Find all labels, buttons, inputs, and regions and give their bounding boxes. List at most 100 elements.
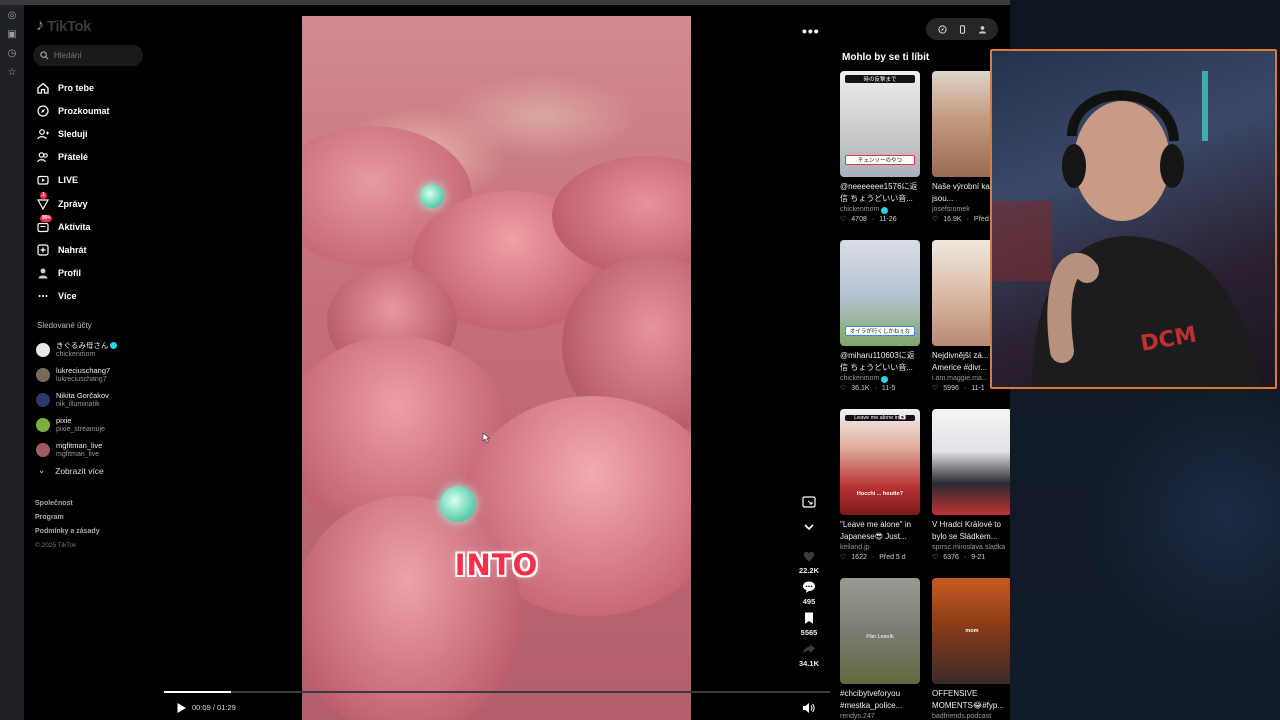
card-author: rendys.247 — [840, 713, 875, 720]
tiktok-logo[interactable]: ♪ TikTok — [36, 17, 91, 35]
nav-label: Profil — [58, 268, 82, 279]
browser-side-rail: ◎ ▣ ◷ ☆ — [0, 5, 24, 720]
bookmark-icon — [805, 612, 813, 624]
search-input[interactable] — [54, 51, 134, 60]
user-follow-icon — [36, 127, 49, 140]
nav-label: Prozkoumat — [58, 105, 110, 116]
card-likes: 1622 — [851, 554, 867, 561]
thumbnail-overlay: mom — [965, 628, 979, 634]
top-right-controls — [926, 18, 998, 40]
verified-icon — [110, 341, 118, 349]
volume-icon[interactable] — [802, 702, 815, 714]
mouse-cursor-icon — [482, 432, 490, 443]
verified-icon — [881, 206, 889, 214]
heart-icon: ♡ — [932, 385, 939, 392]
account-handle: chickenmom — [56, 350, 96, 358]
browser-history-icon[interactable]: ◷ — [7, 49, 17, 59]
thumbnail-overlay: Pán Lesník — [866, 634, 894, 640]
following-account[interactable]: Nikita Gorčakov nik_illuminatik — [36, 387, 117, 412]
nav-label: Přátelé — [58, 152, 89, 163]
play-icon[interactable] — [176, 702, 187, 714]
account-handle: nik_illuminatik — [56, 400, 100, 408]
verified-icon — [881, 375, 889, 383]
save-button[interactable]: 5565 — [801, 611, 817, 637]
show-more-button[interactable]: ⌄ Zobrazit více — [38, 465, 104, 476]
video-player[interactable]: INTO — [302, 16, 691, 720]
thumbnail-overlay: Hocchi ... houtte? — [856, 491, 904, 497]
footer-link-company[interactable]: Společnost — [35, 499, 100, 508]
picture-in-picture-button[interactable] — [802, 495, 816, 509]
following-account[interactable]: pixie pixie_streamuje — [36, 413, 117, 438]
nav-item-following[interactable]: Sleduji — [36, 122, 110, 145]
nav-item-more[interactable]: Více — [36, 285, 110, 308]
messages-badge: 1 — [40, 192, 47, 200]
recommended-video-card[interactable]: Leave me alone in🇯🇵 Hocchi ... houtte? "… — [840, 409, 920, 572]
following-account[interactable]: きぐるみ母さん chickenmom — [36, 337, 118, 362]
card-title: "Leave me alone" in Japanese😎 Just... — [840, 520, 912, 541]
like-button[interactable]: 22.2K — [799, 549, 819, 575]
account-name: pixie — [56, 416, 72, 426]
heart-icon: ♡ — [932, 216, 939, 223]
recommended-video-card[interactable]: オイラが行くしかねぇな @miharu110603に返信 ちょうどいい音... … — [840, 240, 920, 403]
next-video-button[interactable] — [802, 520, 816, 534]
comment-count: 495 — [802, 597, 816, 606]
following-account[interactable]: mgfitman_live mgfitman_live — [36, 438, 117, 463]
recommended-video-card[interactable]: V Hradci Králové to bylo se Sládkem... s… — [932, 409, 1010, 572]
thumbnail-text: チェンソーのやつ — [845, 155, 915, 165]
card-dot: · — [871, 554, 875, 561]
video-progress-bar[interactable] — [164, 691, 830, 693]
card-author: sprrsc.miroslava.sladka — [932, 544, 1006, 551]
search-box[interactable] — [33, 45, 143, 66]
account-name: きぐるみ母さん — [56, 340, 109, 350]
compass-icon[interactable] — [937, 24, 947, 34]
card-title: @miharu110603に返信 ちょうどいい音... — [840, 351, 915, 372]
account-avatar-icon[interactable] — [978, 25, 987, 34]
nav-item-messages[interactable]: 1 Zprávy — [36, 192, 110, 215]
recommended-title: Mohlo by se ti líbit — [842, 52, 930, 63]
nav-item-explore[interactable]: Prozkoumat — [36, 99, 110, 122]
video-particle — [420, 184, 444, 208]
recommended-video-card[interactable]: mom OFFENSIVE MOMENTS😂#fyp... badfriends… — [932, 578, 1010, 720]
share-count: 34.1K — [798, 659, 819, 668]
nav-label: Nahrát — [58, 244, 87, 255]
streamer-figure: DCM — [992, 71, 1262, 387]
tiktok-app: ♪ TikTok Pro tebe Prozkoumat Sleduji — [24, 5, 1010, 720]
chevron-down-icon — [804, 524, 814, 531]
comment-button[interactable]: 495 — [802, 580, 816, 606]
more-options-button[interactable]: ••• — [802, 23, 820, 39]
recommended-video-card[interactable]: Pán Lesník #chcibytveforyou #mestka_poli… — [840, 578, 920, 720]
nav-item-live[interactable]: LIVE — [36, 169, 110, 192]
browser-home-icon[interactable]: ◎ — [7, 11, 17, 21]
video-progress-fill — [164, 691, 231, 693]
heart-icon: ♡ — [840, 216, 847, 223]
footer-link-terms[interactable]: Podmínky a zásady — [35, 527, 100, 536]
following-account[interactable]: lukreciuschang7 lukreciuschang7 — [36, 362, 117, 387]
share-button[interactable]: 34.1K — [799, 642, 819, 668]
show-more-label: Zobrazit více — [55, 465, 104, 476]
sidebar: ♪ TikTok Pro tebe Prozkoumat Sleduji — [24, 5, 164, 720]
card-likes: 6376 — [943, 554, 959, 561]
browser-star-icon[interactable]: ☆ — [7, 68, 17, 78]
account-name: mgfitman_live — [56, 441, 103, 451]
recommended-video-card[interactable]: 時の反撃まで チェンソーのやつ @neeeeeee1576に返信 ちょうどいい音… — [840, 71, 920, 234]
account-name: lukreciuschang7 — [56, 365, 111, 375]
screen: ◎ ▣ ◷ ☆ ♪ TikTok Pro tebe Proz — [0, 0, 1280, 720]
nav-item-upload[interactable]: Nahrát — [36, 238, 110, 261]
action-rail: 22.2K 495 5565 34.1K — [792, 495, 826, 673]
nav-item-for-you[interactable]: Pro tebe — [36, 76, 110, 99]
footer-links: Společnost Program Podmínky a zásady © 2… — [35, 499, 100, 550]
account-handle: pixie_streamuje — [56, 426, 106, 434]
chevron-down-icon: ⌄ — [38, 465, 46, 475]
heart-icon: ♡ — [840, 554, 847, 561]
nav-item-activity[interactable]: 99+ Aktivita — [36, 215, 110, 238]
card-dot: · — [963, 385, 967, 392]
nav-item-friends[interactable]: Přátelé — [36, 146, 110, 169]
nav-label: Pro tebe — [58, 82, 95, 93]
nav-item-profile[interactable]: Profil — [36, 262, 110, 285]
avatar — [36, 418, 50, 433]
footer-link-program[interactable]: Program — [35, 513, 100, 522]
tiktok-note-icon: ♪ — [36, 17, 44, 34]
browser-bookmarks-icon[interactable]: ▣ — [7, 30, 17, 40]
card-date: Před — [973, 216, 989, 223]
phone-icon[interactable] — [958, 24, 967, 34]
